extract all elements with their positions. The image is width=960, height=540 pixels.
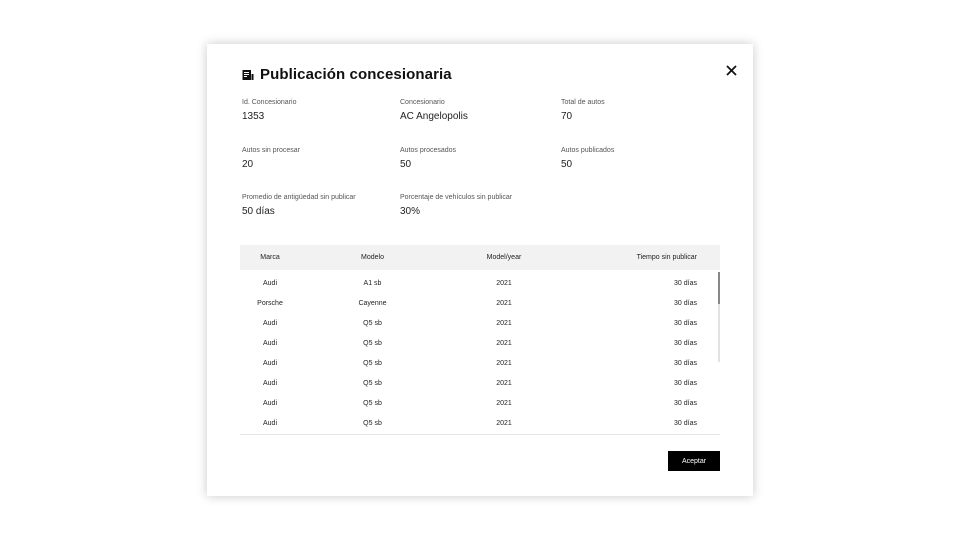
table-row: Audi Q5 sb 2021 30 días	[240, 313, 720, 333]
cell-year: 2021	[496, 419, 512, 427]
cell-year: 2021	[496, 299, 512, 307]
info-value: 50	[561, 159, 573, 170]
column-header-model-year: Model/year	[486, 254, 522, 261]
table-row: Audi A1 sb 2021 30 días	[240, 273, 720, 293]
info-dealer-name: Concesionario AC Angelopolis	[400, 99, 468, 122]
info-value: 50 días	[242, 206, 275, 217]
info-processed: Autos procesados 50	[400, 147, 456, 170]
cell-brand: Audi	[262, 359, 277, 367]
info-value: 70	[561, 111, 573, 122]
info-value: 50	[400, 159, 412, 170]
close-icon	[725, 64, 737, 76]
accept-button[interactable]: Aceptar	[668, 451, 720, 471]
cell-brand: Porsche	[257, 299, 283, 307]
info-value: AC Angelopolis	[400, 111, 468, 122]
cell-model: Q5 sb	[363, 339, 382, 347]
cell-model: Q5 sb	[363, 319, 382, 327]
info-value: 1353	[242, 111, 265, 122]
document-icon	[242, 69, 254, 81]
table-row: Audi Q5 sb 2021 30 días	[240, 413, 720, 433]
table-row: Porsche Cayenne 2021 30 días	[240, 293, 720, 313]
cell-time: 30 días	[674, 419, 697, 427]
scrollbar-thumb[interactable]	[718, 272, 720, 304]
info-label: Porcentaje de vehículos sin publicar	[400, 194, 513, 201]
cell-model: Cayenne	[358, 299, 387, 307]
column-header-time-unpublished: Tiempo sin publicar	[636, 254, 697, 261]
info-avg-age: Promedio de antigüedad sin publicar 50 d…	[242, 194, 356, 217]
info-label: Autos sin procesar	[242, 147, 300, 154]
table-row: Audi Q5 sb 2021 30 días	[240, 373, 720, 393]
close-button[interactable]	[723, 62, 739, 78]
info-total-cars: Total de autos 70	[561, 99, 605, 122]
cell-year: 2021	[496, 279, 512, 287]
cell-model: Q5 sb	[363, 359, 382, 367]
cell-brand: Audi	[262, 339, 277, 347]
cell-year: 2021	[496, 379, 512, 387]
info-label: Concesionario	[400, 99, 445, 106]
info-label: Autos procesados	[400, 147, 457, 154]
modal-title: Publicación concesionaria	[260, 66, 452, 83]
cell-brand: Audi	[262, 399, 277, 407]
cell-model: Q5 sb	[363, 379, 382, 387]
cell-time: 30 días	[674, 399, 697, 407]
cell-time: 30 días	[674, 299, 697, 307]
info-label: Autos publicados	[561, 147, 615, 154]
cell-time: 30 días	[674, 379, 697, 387]
table-body[interactable]: Audi A1 sb 2021 30 días Porsche Cayenne …	[240, 270, 720, 435]
info-label: Id. Concesionario	[242, 99, 297, 106]
info-value: 30%	[400, 206, 421, 217]
info-label: Promedio de antigüedad sin publicar	[242, 194, 356, 201]
info-unprocessed: Autos sin procesar 20	[242, 147, 300, 170]
info-value: 20	[242, 159, 254, 170]
info-published: Autos publicados 50	[561, 147, 614, 170]
info-label: Total de autos	[561, 99, 605, 106]
publication-modal: Publicación concesionaria Id. Concesiona…	[207, 44, 753, 496]
modal-header: Publicación concesionaria	[242, 66, 452, 83]
cell-time: 30 días	[674, 279, 697, 287]
cell-brand: Audi	[262, 419, 277, 427]
cell-time: 30 días	[674, 319, 697, 327]
table-row: Audi Q5 sb 2021 30 días	[240, 353, 720, 373]
column-header-brand: Marca	[260, 254, 280, 261]
cars-table: Marca Modelo Model/year Tiempo sin publi…	[240, 245, 720, 435]
column-header-model: Modelo	[361, 254, 384, 261]
cell-model: A1 sb	[363, 279, 382, 287]
cell-year: 2021	[496, 339, 512, 347]
table-row: Audi Q5 sb 2021 30 días	[240, 333, 720, 353]
cell-year: 2021	[496, 359, 512, 367]
table-row: Audi Q5 sb 2021 30 días	[240, 393, 720, 413]
cell-time: 30 días	[674, 339, 697, 347]
table-header: Marca Modelo Model/year Tiempo sin publi…	[240, 245, 720, 270]
cell-year: 2021	[496, 319, 512, 327]
cell-time: 30 días	[674, 359, 697, 367]
cell-brand: Audi	[262, 319, 277, 327]
cell-model: Q5 sb	[363, 419, 382, 427]
info-unpublished-percent: Porcentaje de vehículos sin publicar 30%	[400, 194, 512, 217]
cell-brand: Audi	[262, 279, 277, 287]
cell-year: 2021	[496, 399, 512, 407]
info-dealer-id: Id. Concesionario 1353	[242, 99, 296, 122]
cell-model: Q5 sb	[363, 399, 382, 407]
cell-brand: Audi	[262, 379, 277, 387]
